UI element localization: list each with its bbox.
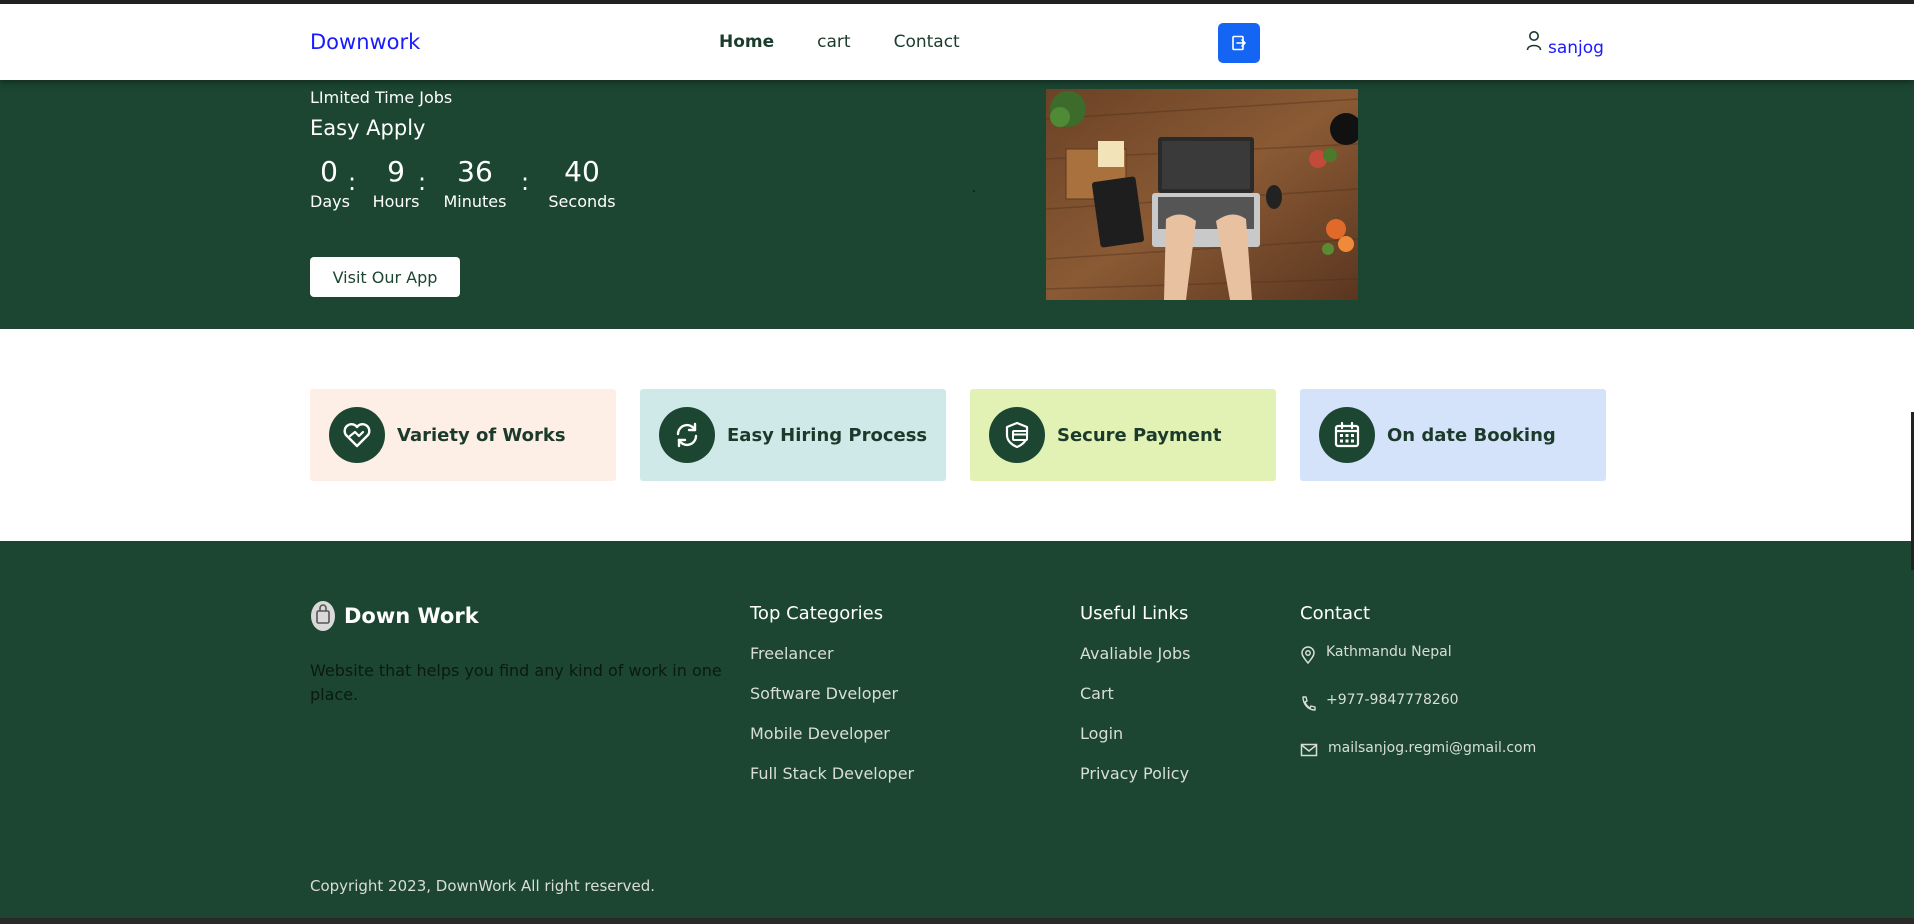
minutes-value: 36 — [457, 155, 493, 188]
footer-link[interactable]: Freelancer — [750, 644, 914, 663]
countdown-separator: : — [418, 168, 427, 196]
hero-image-laptop-desk — [1046, 89, 1358, 300]
days-value: 0 — [320, 155, 338, 188]
countdown-hours: 9 Hours — [370, 155, 422, 212]
contact-address-text: Kathmandu Nepal — [1326, 644, 1452, 660]
hero-section: LImited Time Jobs Easy Apply 0 Days : 9 … — [0, 80, 1914, 329]
footer-link[interactable]: Privacy Policy — [1080, 764, 1191, 783]
logout-button[interactable] — [1218, 23, 1260, 63]
footer-link[interactable]: Mobile Developer — [750, 724, 914, 743]
mail-icon — [1300, 743, 1318, 757]
seconds-value: 40 — [564, 155, 600, 188]
hero-title: Easy Apply — [310, 116, 426, 140]
logout-icon — [1232, 35, 1246, 51]
contact-phone: +977-9847778260 — [1300, 692, 1536, 712]
visit-app-button[interactable]: Visit Our App — [310, 257, 460, 297]
countdown-separator: : — [348, 168, 357, 196]
feature-card-hiring: Easy Hiring Process — [640, 389, 946, 481]
countdown-seconds: 40 Seconds — [542, 155, 622, 212]
decorative-dot — [973, 190, 975, 192]
footer-link[interactable]: Avaliable Jobs — [1080, 644, 1191, 663]
hours-value: 9 — [387, 155, 405, 188]
nav-contact[interactable]: Contact — [894, 32, 960, 52]
secure-card-icon — [989, 407, 1045, 463]
feature-label: On date Booking — [1387, 424, 1556, 446]
feature-label: Variety of Works — [397, 424, 566, 446]
features-row: Variety of Works Easy Hiring Process Sec… — [310, 389, 1606, 481]
feature-card-booking: On date Booking — [1300, 389, 1606, 481]
feature-label: Secure Payment — [1057, 424, 1222, 446]
minutes-label: Minutes — [443, 192, 507, 211]
footer-contact: Contact Kathmandu Nepal +977-9847778260 … — [1300, 603, 1536, 786]
feature-card-payment: Secure Payment — [970, 389, 1276, 481]
footer-brand-name: Down Work — [344, 604, 479, 628]
countdown-minutes: 36 Minutes — [440, 155, 510, 212]
site-footer: Down Work Website that helps you find an… — [0, 541, 1914, 918]
site-header: Downwork Home cart Contact sanjog — [0, 4, 1914, 80]
location-pin-icon — [1301, 646, 1315, 664]
days-label: Days — [310, 192, 350, 211]
footer-column-title: Useful Links — [1080, 603, 1189, 624]
user-icon — [1526, 31, 1542, 51]
shopping-bag-logo-icon — [311, 601, 335, 631]
window-bottom-border — [0, 918, 1914, 924]
footer-top-categories: Top Categories Freelancer Software Dvelo… — [750, 603, 914, 804]
seconds-label: Seconds — [548, 192, 616, 211]
feature-label: Easy Hiring Process — [727, 424, 928, 446]
footer-description: Website that helps you find any kind of … — [310, 661, 722, 704]
footer-link[interactable]: Full Stack Developer — [750, 764, 914, 783]
hero-subtitle: LImited Time Jobs — [310, 88, 453, 107]
brand-logo[interactable]: Downwork — [310, 30, 420, 54]
nav-cart[interactable]: cart — [817, 32, 850, 52]
contact-email-text[interactable]: mailsanjog.regmi@gmail.com — [1328, 740, 1536, 756]
contact-phone-text[interactable]: +977-9847778260 — [1326, 692, 1459, 708]
user-menu[interactable]: sanjog — [1526, 30, 1604, 58]
calendar-icon — [1319, 407, 1375, 463]
footer-link[interactable]: Software Dveloper — [750, 684, 914, 703]
contact-address: Kathmandu Nepal — [1300, 644, 1536, 664]
phone-icon — [1302, 696, 1316, 711]
countdown-days: 0 Days — [310, 155, 350, 212]
footer-useful-links: Useful Links Avaliable Jobs Cart Login P… — [1080, 603, 1191, 804]
contact-email: mailsanjog.regmi@gmail.com — [1300, 740, 1536, 758]
hours-label: Hours — [372, 192, 420, 211]
nav-home[interactable]: Home — [719, 32, 774, 52]
user-name: sanjog — [1548, 38, 1604, 58]
footer-column-title: Contact — [1300, 603, 1371, 624]
footer-column-title: Top Categories — [750, 603, 884, 624]
countdown-separator: : — [521, 168, 530, 196]
refresh-icon — [659, 407, 715, 463]
feature-card-variety: Variety of Works — [310, 389, 616, 481]
footer-brand[interactable]: Down Work — [310, 600, 479, 632]
heart-hand-icon — [329, 407, 385, 463]
footer-link[interactable]: Login — [1080, 724, 1191, 743]
footer-link[interactable]: Cart — [1080, 684, 1191, 703]
copyright-text: Copyright 2023, DownWork All right reser… — [310, 877, 656, 895]
main-nav: Home cart Contact — [719, 32, 1003, 52]
